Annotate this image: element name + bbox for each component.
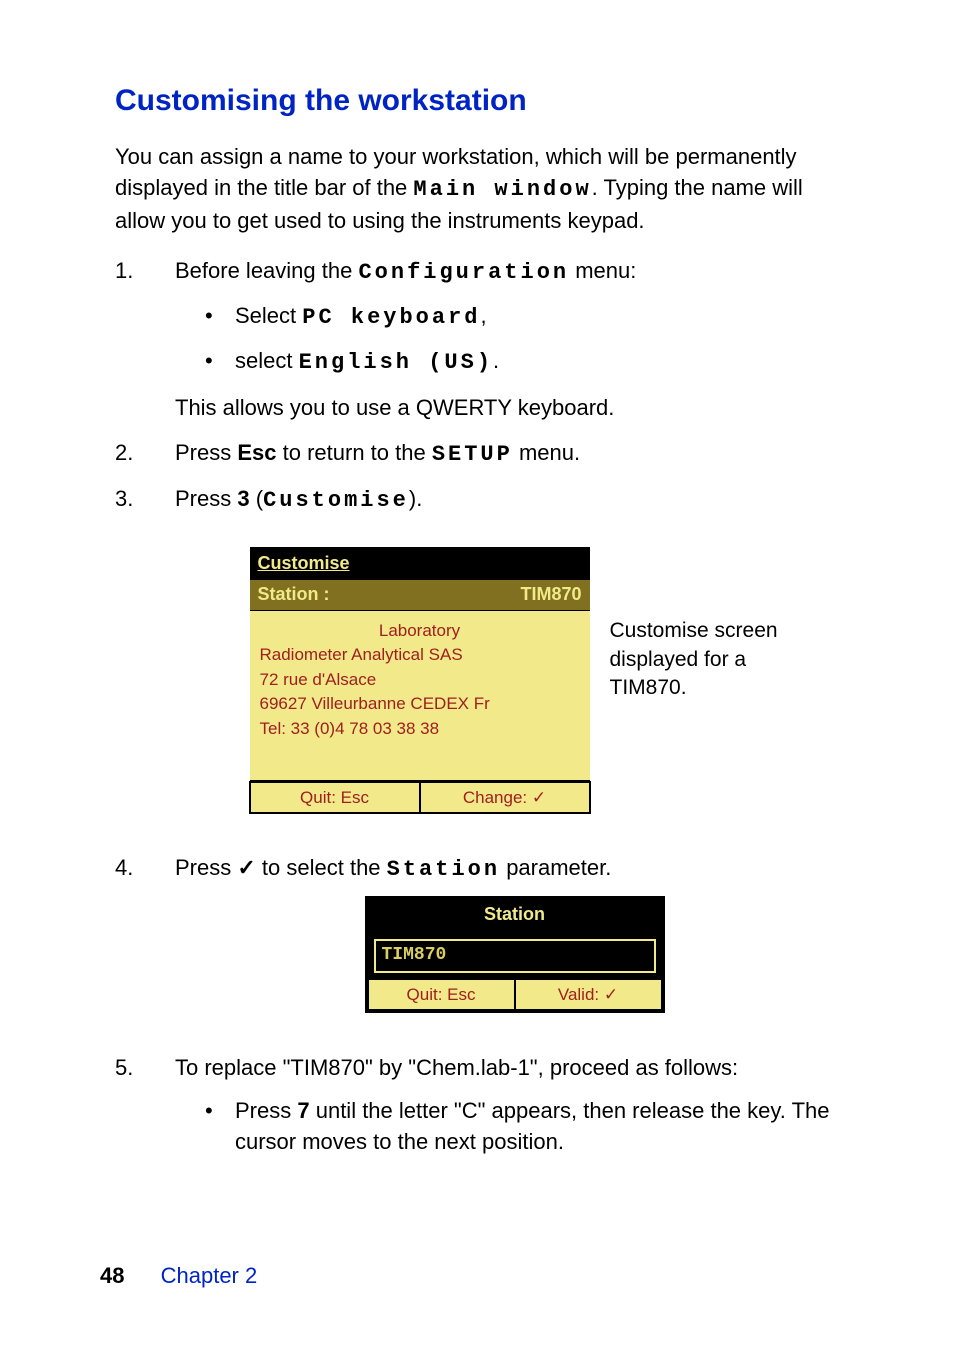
s1s2-tail: .	[493, 348, 499, 373]
s5s1a: Press	[235, 1098, 297, 1123]
step-3: Press 3 (Customise). Customise Station :…	[115, 484, 854, 813]
chapter-label: Chapter 2	[161, 1263, 258, 1288]
lcd2-valid-button[interactable]: Valid: ✓	[514, 978, 663, 1012]
step-4: Press ✓ to select the Station parameter.…	[115, 853, 854, 1013]
lcd-quit-button[interactable]: Quit: Esc	[249, 781, 421, 815]
s1s1-lead: Select	[235, 303, 302, 328]
s3a: Press	[175, 486, 237, 511]
step-1-sublist: Select PC keyboard, select English (US).	[205, 301, 854, 379]
lcd-station-value: TIM870	[520, 582, 581, 607]
s2a: Press	[175, 440, 237, 465]
lcd2-quit-button[interactable]: Quit: Esc	[367, 978, 516, 1012]
intro-paragraph: You can assign a name to your workstatio…	[115, 142, 854, 236]
page-number: 48	[100, 1263, 124, 1288]
lcd2-title: Station	[368, 899, 662, 933]
s4a: Press	[175, 855, 237, 880]
lcd-station-label: Station :	[258, 582, 330, 607]
lcd-body: Laboratory Radiometer Analytical SAS 72 …	[250, 610, 590, 780]
s4d: Station	[387, 857, 500, 882]
lcd-footer: Quit: Esc Change: ✓	[250, 780, 590, 814]
s3d: Customise	[263, 488, 409, 513]
step-5: To replace "TIM870" by "Chem.lab-1", pro…	[115, 1053, 854, 1157]
lcd-station-row: Station : TIM870	[250, 580, 590, 609]
step-1-note: This allows you to use a QWERTY keyboard…	[175, 393, 854, 424]
lcd-title: Customise	[258, 551, 350, 576]
lcd-line-2: 72 rue d'Alsace	[260, 668, 580, 693]
s1s2-lead: select	[235, 348, 299, 373]
lcd-titlebar: Customise	[250, 547, 590, 580]
figure-2-wrap: Station TIM870 Quit: Esc Valid: ✓	[175, 896, 854, 1013]
s4e: parameter.	[500, 855, 611, 880]
lcd2-input-field[interactable]: TIM870	[374, 939, 656, 972]
step-2: Press Esc to return to the SETUP menu.	[115, 438, 854, 471]
s3b: 3	[237, 486, 249, 511]
s3c: (	[250, 486, 263, 511]
step-1-lead: Before leaving the	[175, 258, 358, 283]
lcd-station-dialog: Station TIM870 Quit: Esc Valid: ✓	[365, 896, 665, 1013]
s1s2-mono: English (US)	[299, 350, 493, 375]
steps-list: Before leaving the Configuration menu: S…	[115, 256, 854, 1157]
lcd-line-3: 69627 Villeurbanne CEDEX Fr	[260, 692, 580, 717]
s1s1-tail: ,	[481, 303, 487, 328]
step-1-sub-1: Select PC keyboard,	[205, 301, 854, 334]
lcd-customise-screen: Customise Station : TIM870 Laboratory Ra…	[250, 547, 590, 813]
lcd-line-1: Radiometer Analytical SAS	[260, 643, 580, 668]
check-icon: ✓	[237, 855, 255, 880]
lcd-line-center: Laboratory	[260, 619, 580, 644]
s2d: SETUP	[432, 442, 513, 467]
page-heading: Customising the workstation	[115, 80, 854, 122]
page-footer: 48 Chapter 2	[100, 1261, 257, 1292]
s2e: menu.	[513, 440, 580, 465]
s5-text: To replace "TIM870" by "Chem.lab-1", pro…	[175, 1055, 738, 1080]
s5s1c: until the letter "C" appears, then relea…	[235, 1098, 830, 1154]
step-5-sub-1: Press 7 until the letter "C" appears, th…	[205, 1096, 854, 1158]
s5s1b: 7	[297, 1098, 309, 1123]
s2b: Esc	[237, 440, 276, 465]
figure-1-row: Customise Station : TIM870 Laboratory Ra…	[175, 547, 854, 813]
step-1-mono: Configuration	[358, 260, 569, 285]
step-1-tail: menu:	[569, 258, 636, 283]
lcd-change-button[interactable]: Change: ✓	[419, 781, 591, 815]
step-1: Before leaving the Configuration menu: S…	[115, 256, 854, 423]
s2c: to return to the	[277, 440, 432, 465]
lcd2-footer: Quit: Esc Valid: ✓	[368, 979, 662, 1011]
figure-1-caption: Customise screen displayed for a TIM870.	[610, 547, 780, 702]
intro-mono: Main window	[413, 177, 591, 202]
step-1-sub-2: select English (US).	[205, 346, 854, 379]
s1s1-mono: PC keyboard	[302, 305, 480, 330]
lcd-line-4: Tel: 33 (0)4 78 03 38 38	[260, 717, 580, 742]
s3e: ).	[409, 486, 422, 511]
step-5-sublist: Press 7 until the letter "C" appears, th…	[205, 1096, 854, 1158]
s4c: to select the	[256, 855, 387, 880]
